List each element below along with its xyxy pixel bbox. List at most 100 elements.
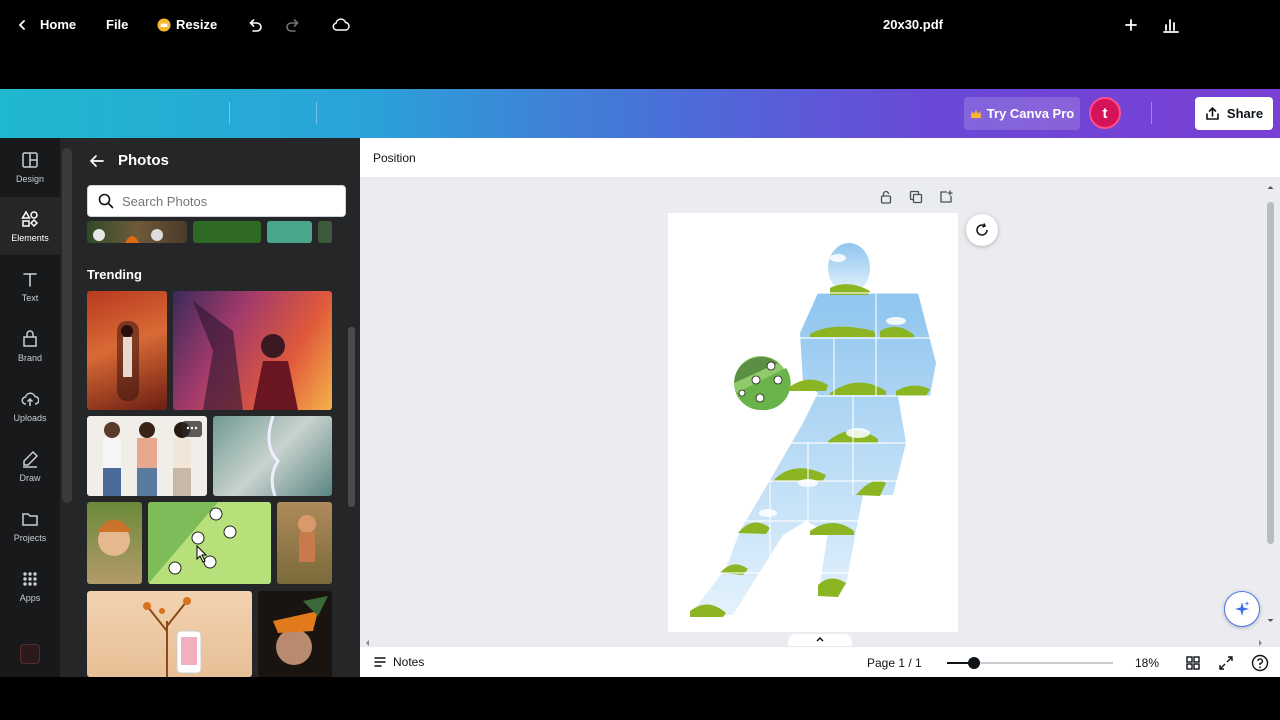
photo-thumbnail[interactable]	[148, 502, 271, 584]
home-button[interactable]: Home	[16, 0, 76, 49]
rail-item-label: Apps	[19, 592, 41, 603]
document-title[interactable]: 20x30.pdf	[883, 0, 943, 49]
page-indicator[interactable]: Page 1 / 1	[867, 656, 922, 670]
share-button[interactable]: Share	[1195, 97, 1273, 130]
rail-item-apps[interactable]: Apps	[0, 557, 60, 615]
add-collaborator-button[interactable]	[1124, 0, 1138, 49]
photo-thumbnail[interactable]	[87, 416, 207, 496]
canvas-hscroll-arrow[interactable]	[364, 634, 372, 646]
more-options-button[interactable]	[182, 421, 202, 437]
undo-button[interactable]	[246, 0, 264, 49]
folder-icon	[22, 512, 38, 526]
rail-item-projects[interactable]: Projects	[0, 497, 60, 555]
back-button[interactable]	[88, 152, 106, 170]
photo-art	[148, 502, 271, 584]
canvas-hscroll-arrow[interactable]	[1256, 634, 1264, 646]
file-menu-button[interactable]: File	[106, 0, 128, 49]
photo-art	[97, 519, 132, 556]
more-icon	[186, 426, 198, 430]
rail-item-uploads[interactable]: Uploads	[0, 377, 60, 435]
photo-thumbnail[interactable]	[267, 221, 312, 243]
player-silhouette-graphic[interactable]	[668, 213, 958, 632]
rail-item-elements[interactable]: Elements	[0, 197, 60, 255]
photo-thumbnail[interactable]	[87, 591, 252, 677]
add-page-icon[interactable]	[938, 189, 954, 205]
photo-art	[193, 301, 298, 410]
mouse-cursor	[195, 544, 208, 563]
photo-thumbnail[interactable]	[277, 502, 332, 584]
panel-title: Photos	[118, 152, 169, 169]
duplicate-icon[interactable]	[908, 189, 924, 205]
cursor-icon	[196, 544, 208, 563]
layout-icon	[22, 151, 38, 168]
fullscreen-button[interactable]	[1218, 655, 1234, 676]
photo-thumbnail[interactable]	[318, 221, 332, 243]
rail-item-text[interactable]: Text	[0, 257, 60, 315]
position-button[interactable]: Position	[373, 151, 416, 165]
magic-assistant-button[interactable]	[1224, 591, 1260, 627]
crown-icon	[970, 109, 981, 118]
rail-item-label: Design	[15, 173, 44, 184]
search-field[interactable]	[87, 185, 346, 217]
cloud-save-button[interactable]	[331, 0, 351, 49]
photo-thumbnail[interactable]	[87, 291, 167, 410]
photo-thumbnail[interactable]	[173, 291, 332, 410]
cloud-upload-icon	[21, 392, 39, 406]
app-shortcut-icon[interactable]	[20, 644, 40, 664]
redo-icon	[286, 18, 299, 32]
photo-thumbnail[interactable]	[87, 221, 187, 243]
photo-art	[267, 416, 280, 496]
notes-button[interactable]: Notes	[373, 655, 424, 669]
photo-thumbnail[interactable]	[213, 416, 332, 496]
rail-item-label: Text	[21, 292, 39, 303]
grid-view-button[interactable]	[1185, 655, 1201, 676]
header-divider	[229, 102, 230, 124]
rail-item-design[interactable]: Design	[0, 138, 60, 196]
avatar-initial: t	[1102, 104, 1108, 122]
resize-button[interactable]: Resize	[157, 0, 217, 49]
lock-icon[interactable]	[878, 189, 894, 205]
upload-icon	[1206, 106, 1219, 120]
expand-icon	[1219, 656, 1233, 670]
search-icon	[98, 193, 114, 209]
zoom-percentage[interactable]: 18%	[1135, 656, 1159, 670]
photo-thumbnail[interactable]	[193, 221, 261, 243]
redo-button[interactable]	[284, 0, 302, 49]
rail-item-label: Elements	[11, 232, 49, 243]
rail-item-brand[interactable]: Brand	[0, 317, 60, 375]
photo-thumbnail[interactable]	[87, 502, 142, 584]
rail-item-label: Projects	[13, 532, 47, 543]
resize-label: Resize	[176, 17, 218, 32]
plus-icon	[1125, 18, 1137, 31]
help-icon	[1251, 654, 1269, 672]
scrollbar-art	[1267, 186, 1274, 622]
file-label: File	[106, 17, 129, 32]
chevron-up-icon	[816, 636, 824, 642]
canvas-scrollbar[interactable]	[1266, 186, 1275, 622]
editor-toolbar	[360, 138, 1280, 178]
panel-inner-scrollbar[interactable]	[348, 222, 355, 672]
undo-icon	[249, 18, 262, 32]
refresh-button[interactable]	[966, 214, 998, 246]
rail-item-label: Brand	[17, 352, 43, 363]
zoom-slider[interactable]	[947, 656, 1113, 670]
photo-thumbnail[interactable]	[258, 591, 332, 677]
rail-item-label: Uploads	[13, 412, 47, 423]
section-title: Trending	[87, 267, 142, 282]
try-pro-label: Try Canva Pro	[986, 106, 1075, 121]
insights-button[interactable]	[1162, 0, 1180, 49]
panel-scrollbar[interactable]	[62, 148, 72, 503]
search-input[interactable]	[122, 193, 322, 209]
chevron-left-icon	[18, 19, 25, 30]
zoom-slider-thumb[interactable]	[967, 657, 980, 669]
rotate-icon	[976, 223, 988, 236]
grid-icon	[23, 571, 37, 586]
avatar[interactable]: t	[1089, 97, 1121, 129]
text-icon	[23, 272, 37, 287]
try-pro-button[interactable]: Try Canva Pro	[964, 97, 1080, 130]
show-pages-toggle[interactable]	[788, 634, 852, 646]
rail-item-draw[interactable]: Draw	[0, 437, 60, 495]
home-label: Home	[40, 17, 77, 32]
share-label: Share	[1226, 106, 1264, 121]
help-button[interactable]	[1251, 654, 1269, 677]
